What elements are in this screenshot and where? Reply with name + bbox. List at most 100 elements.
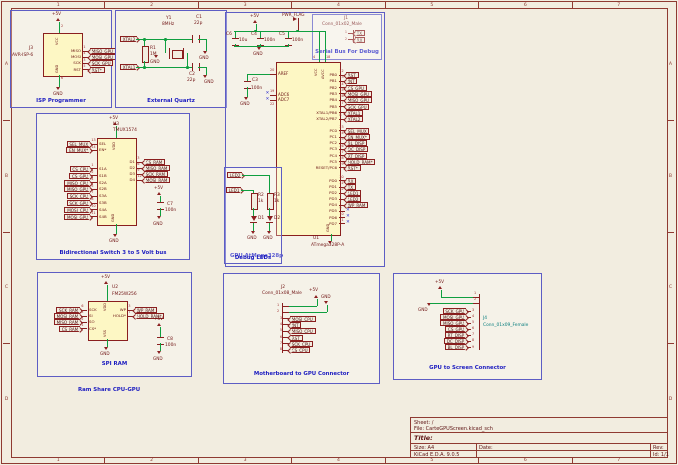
pin-name: PD6: [299, 216, 339, 220]
pin-number: 9: [471, 346, 479, 350]
net-label[interactable]: BL_DISP: [445, 344, 466, 350]
value-r2: 1k: [258, 200, 263, 205]
sheet-isp-programmer[interactable]: +5V 2 VCC GND J3 AVR-ISP-6 MISO 1 MISO_G…: [10, 10, 112, 108]
net-label[interactable]: LED2: [346, 196, 361, 202]
net-label[interactable]: DC_DISP: [346, 146, 368, 152]
net-label[interactable]: SEL_MUX: [346, 128, 369, 134]
net-label[interactable]: RST*: [346, 165, 361, 171]
net-label[interactable]: MISO_GPU: [346, 97, 372, 103]
pin-number: 28: [339, 157, 343, 160]
wire: [253, 208, 254, 216]
net-label[interactable]: CS_CPU: [290, 347, 310, 353]
net-label[interactable]: MOSI_GPU: [90, 54, 116, 60]
pin-stub: 11: [91, 216, 97, 217]
net-label[interactable]: XTAL2: [346, 116, 363, 122]
net-label[interactable]: RST: [346, 72, 359, 78]
net-label[interactable]: INT: [290, 322, 301, 328]
net-label[interactable]: MOSI_CPU: [64, 207, 90, 213]
pin-number: 2: [277, 310, 279, 313]
net-label-led2[interactable]: LED2: [227, 172, 242, 178]
ref-u1: U1: [313, 237, 319, 242]
net-label-xtal1[interactable]: XTAL1: [120, 64, 137, 70]
net-label[interactable]: EN_MUX*: [66, 147, 90, 153]
frame-col-label: 3: [199, 457, 292, 463]
net-label[interactable]: XTAL1: [346, 110, 363, 116]
sheet-bidir-switch[interactable]: +5V U3 TMUX1574 VDD GND SEL_MUX 13 SEL E…: [36, 113, 190, 260]
power-5v-label: +5V: [52, 12, 61, 16]
net-label[interactable]: SEL_MUX: [67, 141, 90, 147]
net-label[interactable]: MOSI_RAM: [54, 313, 80, 319]
net-label[interactable]: MOSI_CPU: [290, 316, 316, 322]
net-label[interactable]: SCK_GPU: [67, 200, 90, 206]
pin-name: PB0: [299, 73, 339, 77]
net-label[interactable]: MISO_CPU: [290, 328, 316, 334]
pin-name-vss: VSS: [104, 330, 108, 337]
divider: [650, 443, 651, 457]
value-j4: Conn_01x09_Female: [483, 324, 528, 329]
net-label[interactable]: RT_DISP: [346, 153, 367, 159]
net-label[interactable]: MOSI_GPU: [346, 91, 372, 97]
pin-number: 32: [339, 188, 343, 191]
net-label[interactable]: MISO_CPU: [64, 180, 90, 186]
net-label[interactable]: RST: [290, 335, 303, 341]
net-label[interactable]: RST*: [90, 67, 105, 73]
net-label[interactable]: WP_RAM: [135, 307, 157, 313]
pin-number: 19: [270, 90, 274, 93]
net-label-xtal2[interactable]: XTAL2: [120, 36, 137, 42]
frame-col-label: 1: [12, 2, 105, 8]
net-label[interactable]: SCK_GPU: [90, 60, 113, 66]
net-label[interactable]: MISO_RAM: [54, 319, 80, 325]
net-label[interactable]: SCK_RAM: [56, 307, 80, 313]
net-label[interactable]: LED1: [346, 190, 361, 196]
value-u1: ATmega328P-A: [311, 244, 344, 249]
sheet-external-quartz[interactable]: XTAL2 XTAL1 R1 1M Y1 8MHz GND C1 22p GND…: [115, 10, 227, 108]
net-label[interactable]: RX: [346, 178, 356, 184]
crystal-y1[interactable]: [172, 50, 183, 59]
net-label[interactable]: TX: [346, 184, 356, 190]
net-label[interactable]: HOLD_RAM*: [346, 159, 375, 165]
gpu-pc-rows: PC0 23 SEL_MUX PC1 24 EN_MUX* PC2 25 BL_…: [299, 128, 381, 171]
net-label[interactable]: MISO_GPU: [64, 186, 90, 192]
wire: [160, 343, 161, 351]
wire: [288, 306, 317, 307]
net-label-led1[interactable]: LED1: [226, 187, 241, 193]
mux-s-rows: CS_CPU 1 S1A CS_GPU 2 S1B MISO_CPU 4 S2A: [37, 166, 113, 221]
pin-number: 6: [61, 77, 63, 80]
sheet-screen-connector[interactable]: +5V GND 1 2 SCK_GPU 3 MOSI_GPU 4: [393, 273, 542, 380]
net-label[interactable]: BL_DISP: [346, 140, 367, 146]
junction: [186, 66, 189, 69]
pin-number: 2: [91, 171, 93, 174]
power-5v-label: +5V: [109, 116, 118, 120]
net-label[interactable]: MISO_GPU: [90, 48, 116, 54]
gnd-label: GND: [109, 239, 119, 243]
net-label[interactable]: MOSI_RAM: [144, 177, 170, 183]
value-c7: 100n: [165, 209, 176, 214]
led-d2-icon[interactable]: [267, 216, 273, 221]
pin-number: 31: [339, 182, 343, 185]
net-label[interactable]: INT: [346, 78, 357, 84]
net-label[interactable]: CS_CPU: [70, 166, 90, 172]
pin-row: HOLD* 7 HOLD_RAM*: [110, 313, 176, 319]
net-label[interactable]: SCK_CPU: [67, 193, 90, 199]
pin-row: XTAL2/PB7 8 XTAL2: [299, 116, 381, 122]
net-label[interactable]: CS_RAM: [59, 326, 80, 332]
net-label[interactable]: SCK_GPU: [346, 104, 369, 110]
led-d1-icon[interactable]: [251, 216, 257, 221]
divider: [411, 443, 667, 444]
pin-number: 20: [270, 69, 274, 72]
resistor-r3[interactable]: [267, 193, 275, 210]
net-label[interactable]: EN_MUX*: [346, 134, 370, 140]
gnd-icon: [251, 231, 255, 234]
resistor-r2[interactable]: [251, 193, 259, 210]
net-label[interactable]: CS_GPU: [346, 85, 367, 91]
net-label[interactable]: MOSI_GPU: [64, 214, 90, 220]
connector-j4-body[interactable]: [479, 294, 480, 350]
sheet-spi-ram[interactable]: +5V U2 FM25W256 VDD VSS SCK_RAM 6 SCK MO…: [37, 272, 192, 377]
resistor-r1[interactable]: [142, 46, 150, 63]
frame-col-label: 6: [479, 2, 572, 8]
sheet-mobo-connector[interactable]: J2 Conn_01x08_Male +5V GND 1 2 3 MOSI_CP…: [223, 273, 380, 384]
sheet-debug-leds[interactable]: LED2 LED1 R2 1k R3 1k D1 D2 GND GND Debu…: [224, 167, 282, 264]
divider: [476, 443, 477, 457]
net-label[interactable]: CS_GPU: [69, 173, 90, 179]
net-label[interactable]: SCK_CPU: [290, 341, 313, 347]
